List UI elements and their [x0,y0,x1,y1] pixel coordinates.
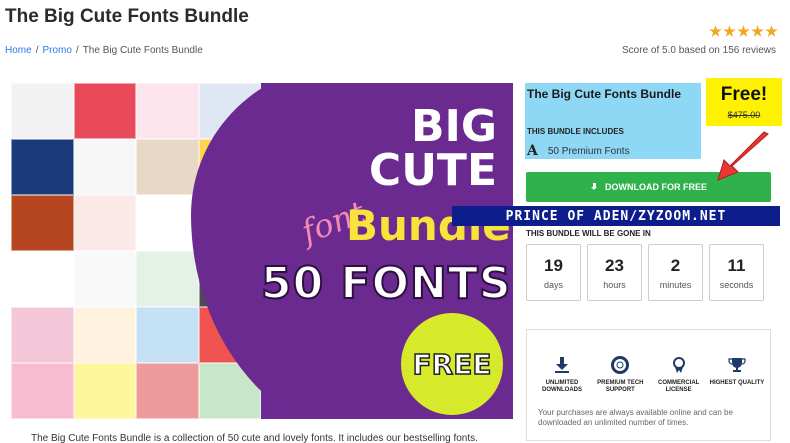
feature-unlimited-downloads: UNLIMITED DOWNLOADS [533,356,591,394]
breadcrumb-current: The Big Cute Fonts Bundle [82,45,203,56]
free-badge: FREE [401,313,503,415]
price-free-label: Free! [720,84,768,105]
feature-premium-support: PREMIUM TECH SUPPORT [591,356,649,394]
page-title: The Big Cute Fonts Bundle [5,6,249,27]
red-arrow-icon [717,131,769,181]
countdown-unit: days [543,279,563,290]
feature-label: UNLIMITED DOWNLOADS [542,380,582,393]
download-icon [590,182,599,192]
feature-commercial-license: COMMERCIAL LICENSE [650,356,708,394]
features-box: UNLIMITED DOWNLOADS PREMIUM TECH SUPPORT… [526,329,771,441]
star-icon [709,25,722,37]
font-preview-tile [11,83,74,139]
font-preview-tile [73,195,136,251]
features-note: Your purchases are always available onli… [538,408,733,427]
feature-label: PREMIUM TECH SUPPORT [597,380,644,393]
price-box: Free! $475.00 [706,78,782,126]
countdown-value: 23 [605,255,624,275]
bundle-info-box: The Big Cute Fonts Bundle THIS BUNDLE IN… [525,83,701,159]
watermark-banner: PRINCE OF ADEN/ZYZOOM.NET [452,206,780,226]
rating-stars [709,25,778,38]
font-preview-tile [136,139,199,195]
font-preview-tile [11,307,74,363]
bundle-hero-image: BIG CUTE font Bundle 50 FONTS FREE [11,83,513,419]
countdown-value: 11 [727,255,746,275]
includes-text: 50 Premium Fonts [547,145,630,157]
countdown-timer: 19 days 23 hours 2 minutes 11 seconds [526,244,764,301]
countdown-seconds: 11 seconds [709,244,764,301]
font-preview-tile [136,251,199,307]
hero-line-2: CUTE [368,145,497,196]
lifebuoy-icon [611,356,630,374]
star-icon [737,25,750,37]
countdown-unit: minutes [659,279,692,290]
font-preview-tile [11,139,74,195]
hero-line-1: BIG [410,101,497,152]
feature-label: COMMERCIAL LICENSE [657,380,700,393]
font-preview-tile [136,363,199,419]
bundle-description: The Big Cute Fonts Bundle is a collectio… [31,433,478,443]
font-preview-tile [136,307,199,363]
breadcrumb-home-link[interactable]: Home [5,45,32,56]
features-row: UNLIMITED DOWNLOADS PREMIUM TECH SUPPORT… [533,356,766,394]
countdown-hours: 23 hours [587,244,642,301]
font-preview-tile [136,83,199,139]
star-icon [765,25,778,37]
countdown-value: 2 [670,255,681,275]
font-preview-tile [136,195,199,251]
review-score[interactable]: Score of 5.0 based on 156 reviews [622,45,776,56]
trophy-icon [728,358,746,372]
font-glyph-icon: A [527,143,538,159]
font-preview-tile [73,363,136,419]
font-preview-tile [73,307,136,363]
countdown-unit: hours [603,279,626,290]
includes-row: A 50 Premium Fonts [527,143,630,159]
award-icon [672,357,685,373]
old-price: $475.00 [727,110,761,120]
countdown-unit: seconds [719,279,754,290]
countdown-minutes: 2 minutes [648,244,703,301]
download-icon [555,357,569,373]
font-preview-tile [11,363,74,419]
breadcrumb-promo-link[interactable]: Promo [42,45,71,56]
breadcrumb: Home / Promo / The Big Cute Fonts Bundle [5,45,203,56]
font-preview-tile [73,251,136,307]
font-preview-tile [73,139,136,195]
hero-headline: BIG CUTE [369,105,497,193]
countdown-value: 19 [544,255,563,275]
font-preview-tile [73,83,136,139]
includes-label: THIS BUNDLE INCLUDES [527,127,624,136]
breadcrumb-separator: / [75,45,79,56]
feature-highest-quality: HIGHEST QUALITY [708,356,766,394]
font-preview-tile [11,195,74,251]
bundle-title: The Big Cute Fonts Bundle [527,87,681,101]
star-icon [723,25,736,37]
countdown-days: 19 days [526,244,581,301]
hero-count-text: 50 FONTS [260,257,512,310]
star-icon [751,25,764,37]
breadcrumb-separator: / [35,45,39,56]
feature-label: HIGHEST QUALITY [709,380,765,386]
download-button-label: DOWNLOAD FOR FREE [605,182,707,192]
countdown-label: THIS BUNDLE WILL BE GONE IN [526,229,651,238]
font-preview-tile [11,251,74,307]
